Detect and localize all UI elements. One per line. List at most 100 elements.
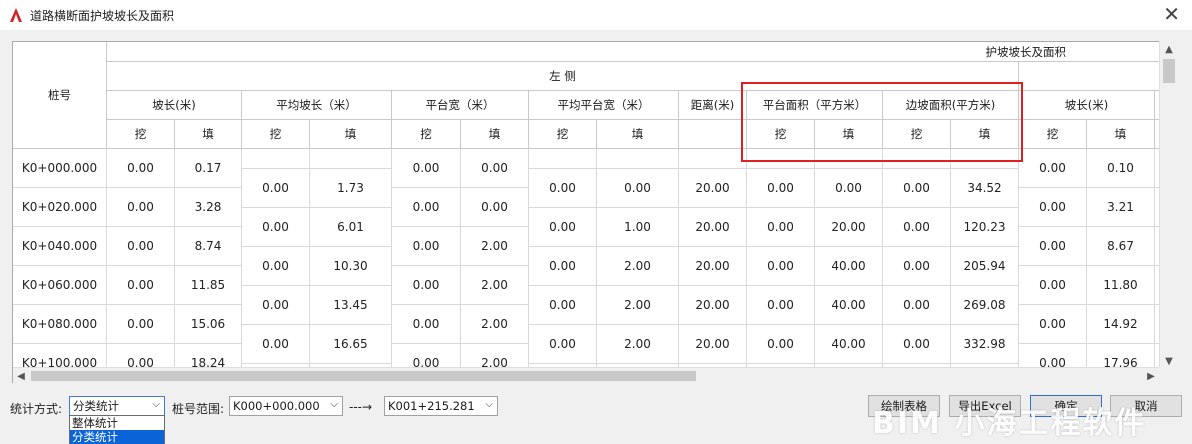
group-header: 平均坡长（米） [242, 91, 392, 120]
table-cell-empty [951, 149, 1019, 169]
window-title: 道路横断面护坡坡长及面积 [30, 8, 175, 23]
stake-cell: K0+080.000 [13, 305, 107, 344]
table-cell: 0.00 [529, 246, 597, 286]
draw-table-button[interactable]: 绘制表格 [868, 395, 940, 417]
range-arrow: ---→ [349, 400, 373, 414]
table-cell: 11.85 [175, 266, 242, 305]
range-to-select[interactable]: K001+215.281 ⌵ [384, 396, 498, 416]
ok-button[interactable]: 确定 [1030, 395, 1102, 417]
table-cell: 0.00 [392, 188, 461, 227]
table-cell-empty [529, 149, 597, 169]
export-excel-button[interactable]: 导出Excel [949, 395, 1021, 417]
stake-cell: K0+060.000 [13, 266, 107, 305]
table-cell: 0.00 [242, 168, 310, 208]
table-cell: 0.00 [597, 168, 679, 208]
option-category[interactable]: 分类统计 [70, 430, 164, 444]
table-cell-empty [242, 149, 310, 169]
stat-method-dropdown[interactable]: 整体统计 分类统计 [69, 415, 165, 444]
table-cell: 0.00 [1019, 149, 1087, 188]
stat-method-label: 统计方式: [10, 402, 63, 416]
range-to-value: K001+215.281 [388, 399, 475, 413]
scroll-left-icon[interactable]: ◀ [13, 368, 29, 384]
table-cell: 2.00 [461, 266, 529, 305]
table-cell: 0.00 [1019, 266, 1087, 305]
cancel-button[interactable]: 取消 [1110, 395, 1182, 417]
stat-method-value: 分类统计 [73, 399, 119, 413]
sub-header: 挖 [1019, 120, 1087, 149]
table-cell: 332.98 [951, 324, 1019, 364]
group-header: 坡长(米) [107, 91, 242, 120]
sub-header: 填 [461, 120, 529, 149]
table-cell: 0.00 [107, 188, 175, 227]
table-cell: 0.00 [883, 207, 951, 247]
range-from-value: K000+000.000 [233, 399, 320, 413]
scroll-up-icon[interactable]: ▲ [1160, 41, 1178, 57]
sub-header: 填 [951, 120, 1019, 149]
close-icon[interactable]: ✕ [1163, 4, 1180, 24]
sub-header: 填 [1087, 120, 1155, 149]
table-cell: 120.23 [951, 207, 1019, 247]
table-cell: 20.00 [679, 168, 747, 208]
table-cell: 269.08 [951, 285, 1019, 325]
table-cell: 0.00 [461, 149, 529, 188]
table-cell: 0.00 [883, 168, 951, 208]
sub-header: 填 [597, 120, 679, 149]
table-cell: 20.00 [679, 324, 747, 364]
table-cell: 0.00 [392, 266, 461, 305]
scroll-corner [1159, 367, 1177, 383]
table-cell: 8.74 [175, 227, 242, 266]
sub-header: 填 [815, 120, 883, 149]
table-cell: 0.17 [175, 149, 242, 188]
table-cell: 2.00 [461, 227, 529, 266]
table-cell: 10.30 [310, 246, 392, 286]
table-cell: 0.00 [815, 168, 883, 208]
sub-header: 挖 [107, 120, 175, 149]
table-cell: 0.00 [529, 168, 597, 208]
header-right-side [1019, 62, 1176, 91]
header-slope-area: 护坡坡长及面积 [107, 42, 1176, 62]
table-cell: 3.28 [175, 188, 242, 227]
table-cell: 15.06 [175, 305, 242, 344]
vertical-scrollbar[interactable]: ▲ ▼ [1159, 41, 1177, 369]
scroll-right-icon[interactable]: ▶ [1143, 368, 1159, 384]
table-cell: 0.00 [747, 168, 815, 208]
autocad-logo-icon [10, 8, 22, 22]
stat-method-select[interactable]: 分类统计 ⌵ [69, 396, 165, 416]
option-overall[interactable]: 整体统计 [70, 416, 164, 430]
sub-header: 挖 [529, 120, 597, 149]
table-cell: 13.45 [310, 285, 392, 325]
table-cell: 0.00 [529, 285, 597, 325]
table-cell: 40.00 [815, 285, 883, 325]
hscroll-thumb[interactable] [31, 371, 696, 381]
sub-header: 填 [175, 120, 242, 149]
table-cell-empty [597, 149, 679, 169]
horizontal-scrollbar[interactable]: ◀ ▶ [13, 367, 1159, 383]
table-cell: 0.00 [883, 324, 951, 364]
scroll-thumb[interactable] [1163, 59, 1175, 83]
table-cell: 20.00 [679, 285, 747, 325]
table-cell: 0.00 [242, 285, 310, 325]
table-cell: 0.00 [747, 207, 815, 247]
stake-cell: K0+000.000 [13, 149, 107, 188]
table-cell: 0.00 [107, 305, 175, 344]
table-cell: 205.94 [951, 246, 1019, 286]
table-cell: 0.00 [747, 324, 815, 364]
stake-cell: K0+040.000 [13, 227, 107, 266]
table-cell: 0.00 [1019, 227, 1087, 266]
table-cell: 3.21 [1087, 188, 1155, 227]
sub-header: 挖 [883, 120, 951, 149]
group-header: 边坡面积(平方米) [883, 91, 1019, 120]
table-cell: 0.00 [392, 305, 461, 344]
chevron-down-icon: ⌵ [330, 399, 338, 410]
group-header: 坡长(米) [1019, 91, 1155, 120]
table-cell: 2.00 [597, 324, 679, 364]
table-cell: 0.10 [1087, 149, 1155, 188]
range-from-select[interactable]: K000+000.000 ⌵ [229, 396, 343, 416]
sub-header: 挖 [242, 120, 310, 149]
group-header: 平均平台宽（米） [529, 91, 679, 120]
table-cell: 16.65 [310, 324, 392, 364]
table-cell: 2.00 [461, 305, 529, 344]
chevron-down-icon: ⌵ [152, 399, 160, 410]
sub-header: 挖 [392, 120, 461, 149]
sub-header [679, 120, 747, 149]
